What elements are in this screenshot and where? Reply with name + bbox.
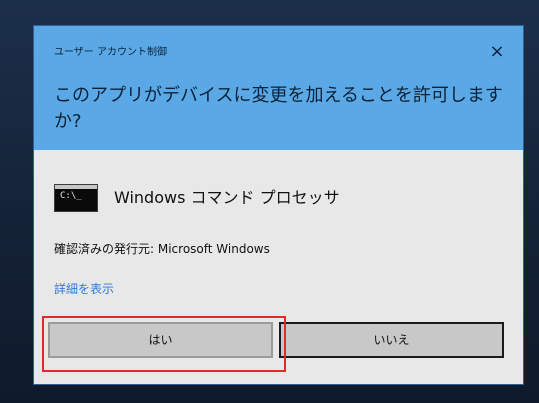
dialog-header: ユーザー アカウント制御 × このアプリがデバイスに変更を加えることを許可します…: [34, 26, 523, 150]
dialog-content: C:\_ Windows コマンド プロセッサ 確認済みの発行元: Micros…: [34, 150, 523, 384]
close-icon[interactable]: ×: [485, 40, 509, 64]
permission-question: このアプリがデバイスに変更を加えることを許可しますか?: [54, 85, 503, 132]
yes-button[interactable]: はい: [48, 322, 273, 358]
publisher-info: 確認済みの発行元: Microsoft Windows: [54, 242, 270, 256]
desktop-background: ユーザー アカウント制御 × このアプリがデバイスに変更を加えることを許可します…: [0, 0, 539, 403]
dialog-title: ユーザー アカウント制御: [54, 47, 167, 58]
app-info-row: C:\_ Windows コマンド プロセッサ: [54, 178, 340, 218]
app-name: Windows コマンド プロセッサ: [114, 188, 340, 207]
no-button[interactable]: いいえ: [279, 322, 504, 358]
uac-dialog: ユーザー アカウント制御 × このアプリがデバイスに変更を加えることを許可します…: [34, 26, 523, 384]
cmd-window-icon: C:\_: [54, 184, 98, 212]
show-details-link[interactable]: 詳細を表示: [54, 282, 114, 296]
cmd-prompt-icon: C:\_: [60, 191, 82, 201]
